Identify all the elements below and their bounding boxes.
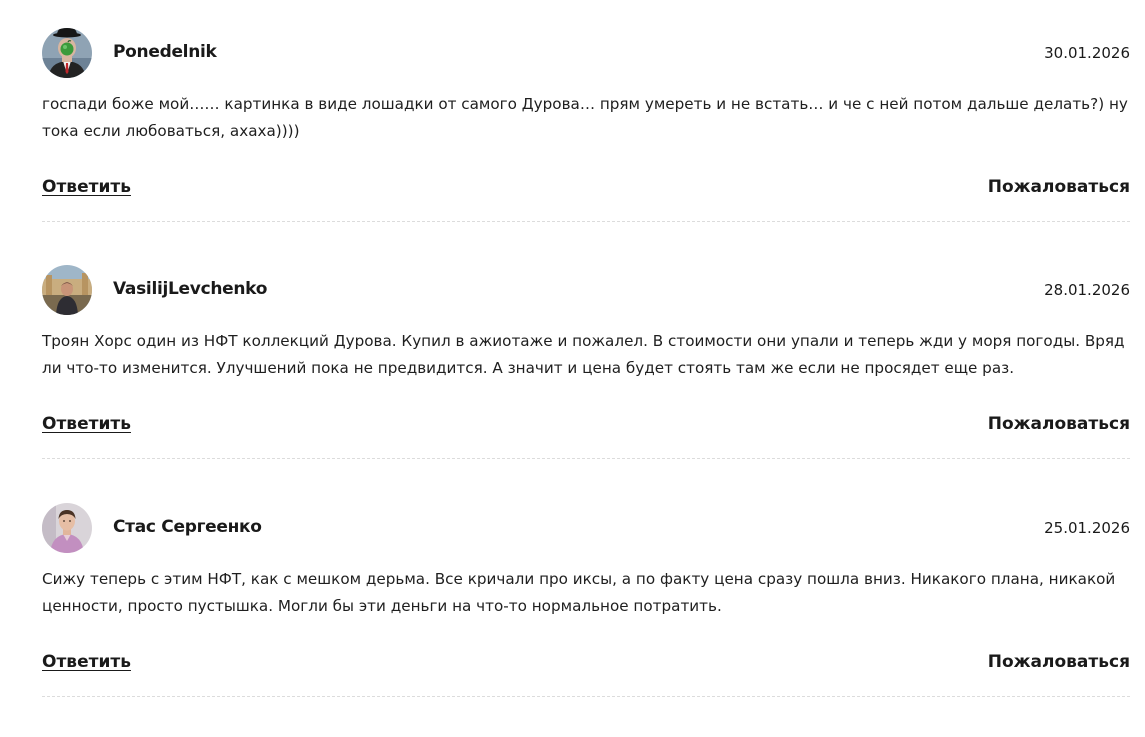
avatar[interactable] bbox=[42, 265, 92, 315]
comment-date: 30.01.2026 bbox=[1044, 44, 1130, 62]
comment-header: VasilijLevchenko 28.01.2026 bbox=[42, 265, 1130, 315]
reply-button[interactable]: Ответить bbox=[42, 414, 131, 434]
avatar[interactable] bbox=[42, 28, 92, 78]
comment-actions: Ответить Пожаловаться bbox=[42, 414, 1130, 440]
comment-header: Ponedelnik 30.01.2026 bbox=[42, 28, 1130, 78]
man-outdoors-avatar bbox=[42, 265, 92, 315]
comment-author[interactable]: Стас Сергеенко bbox=[113, 517, 262, 537]
comment-text: Троян Хорс один из НФТ коллекций Дурова.… bbox=[42, 332, 1125, 377]
report-button[interactable]: Пожаловаться bbox=[988, 414, 1130, 434]
comment-date: 28.01.2026 bbox=[1044, 281, 1130, 299]
avatar[interactable] bbox=[42, 503, 92, 553]
comment-text: Сижу теперь с этим НФТ, как с мешком дер… bbox=[42, 570, 1116, 615]
man-in-bowler-hat-avatar bbox=[42, 28, 92, 78]
comment-item: Ponedelnik 30.01.2026 госпади боже мой……… bbox=[42, 28, 1130, 222]
comment-date: 25.01.2026 bbox=[1044, 519, 1130, 537]
comment-author[interactable]: Ponedelnik bbox=[113, 42, 217, 62]
man-portrait-avatar bbox=[42, 503, 92, 553]
comment-actions: Ответить Пожаловаться bbox=[42, 652, 1130, 678]
comment-text: госпади боже мой…… картинка в виде лошад… bbox=[42, 95, 1128, 140]
comment-author[interactable]: VasilijLevchenko bbox=[113, 279, 267, 299]
reply-button[interactable]: Ответить bbox=[42, 177, 131, 197]
comment-header: Стас Сергеенко 25.01.2026 bbox=[42, 503, 1130, 553]
comments-list: Ponedelnik 30.01.2026 госпади боже мой……… bbox=[0, 0, 1145, 737]
comment-item: Стас Сергеенко 25.01.2026 Сижу теперь с … bbox=[42, 503, 1130, 697]
report-button[interactable]: Пожаловаться bbox=[988, 177, 1130, 197]
comment-actions: Ответить Пожаловаться bbox=[42, 177, 1130, 203]
report-button[interactable]: Пожаловаться bbox=[988, 652, 1130, 672]
reply-button[interactable]: Ответить bbox=[42, 652, 131, 672]
comment-item: VasilijLevchenko 28.01.2026 Троян Хорс о… bbox=[42, 265, 1130, 459]
